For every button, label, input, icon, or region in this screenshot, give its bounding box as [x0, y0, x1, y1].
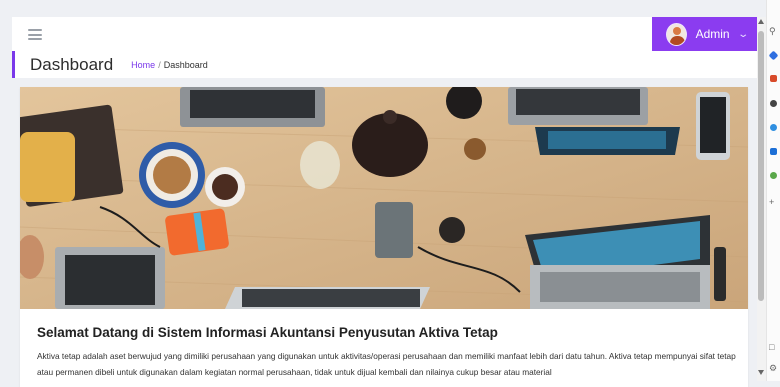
avatar — [666, 22, 687, 46]
page-title: Dashboard — [30, 54, 114, 74]
search-icon[interactable]: ⚲ — [769, 27, 776, 36]
welcome-card: Selamat Datang di Sistem Informasi Akunt… — [20, 87, 748, 387]
scroll-up-icon[interactable] — [758, 19, 764, 24]
bag-icon[interactable] — [770, 75, 777, 82]
breadcrumb: Home / Dashboard — [131, 60, 208, 70]
page-header: Dashboard Home / Dashboard — [12, 51, 757, 78]
welcome-description: Aktiva tetap adalah aset berwujud yang d… — [37, 351, 736, 377]
browser-side-panel: ⚲ + □ ⚙ — [766, 0, 780, 381]
tree-icon[interactable] — [770, 172, 777, 179]
top-navbar: Admin ⌄ — [12, 17, 757, 52]
outlook-icon[interactable] — [770, 148, 777, 155]
scroll-down-icon[interactable] — [758, 370, 764, 375]
page-scrollbar[interactable] — [757, 17, 766, 381]
gear-icon[interactable]: ⚙ — [769, 364, 777, 373]
workspace-desk-photo — [20, 87, 748, 309]
diamond-icon[interactable] — [768, 50, 779, 61]
hamburger-icon[interactable] — [28, 29, 42, 40]
panel-icon[interactable]: □ — [769, 343, 774, 352]
plus-icon[interactable]: + — [769, 198, 774, 207]
welcome-title: Selamat Datang di Sistem Informasi Akunt… — [37, 325, 498, 340]
breadcrumb-current: Dashboard — [163, 59, 208, 70]
person-icon[interactable] — [770, 100, 777, 107]
globe-icon[interactable] — [770, 124, 777, 131]
user-menu-button[interactable]: Admin ⌄ — [652, 17, 757, 51]
breadcrumb-separator: / — [158, 59, 161, 70]
user-name: Admin — [695, 27, 730, 41]
chevron-down-icon: ⌄ — [736, 28, 749, 40]
breadcrumb-home-link[interactable]: Home — [131, 60, 155, 70]
scroll-thumb[interactable] — [758, 31, 764, 301]
